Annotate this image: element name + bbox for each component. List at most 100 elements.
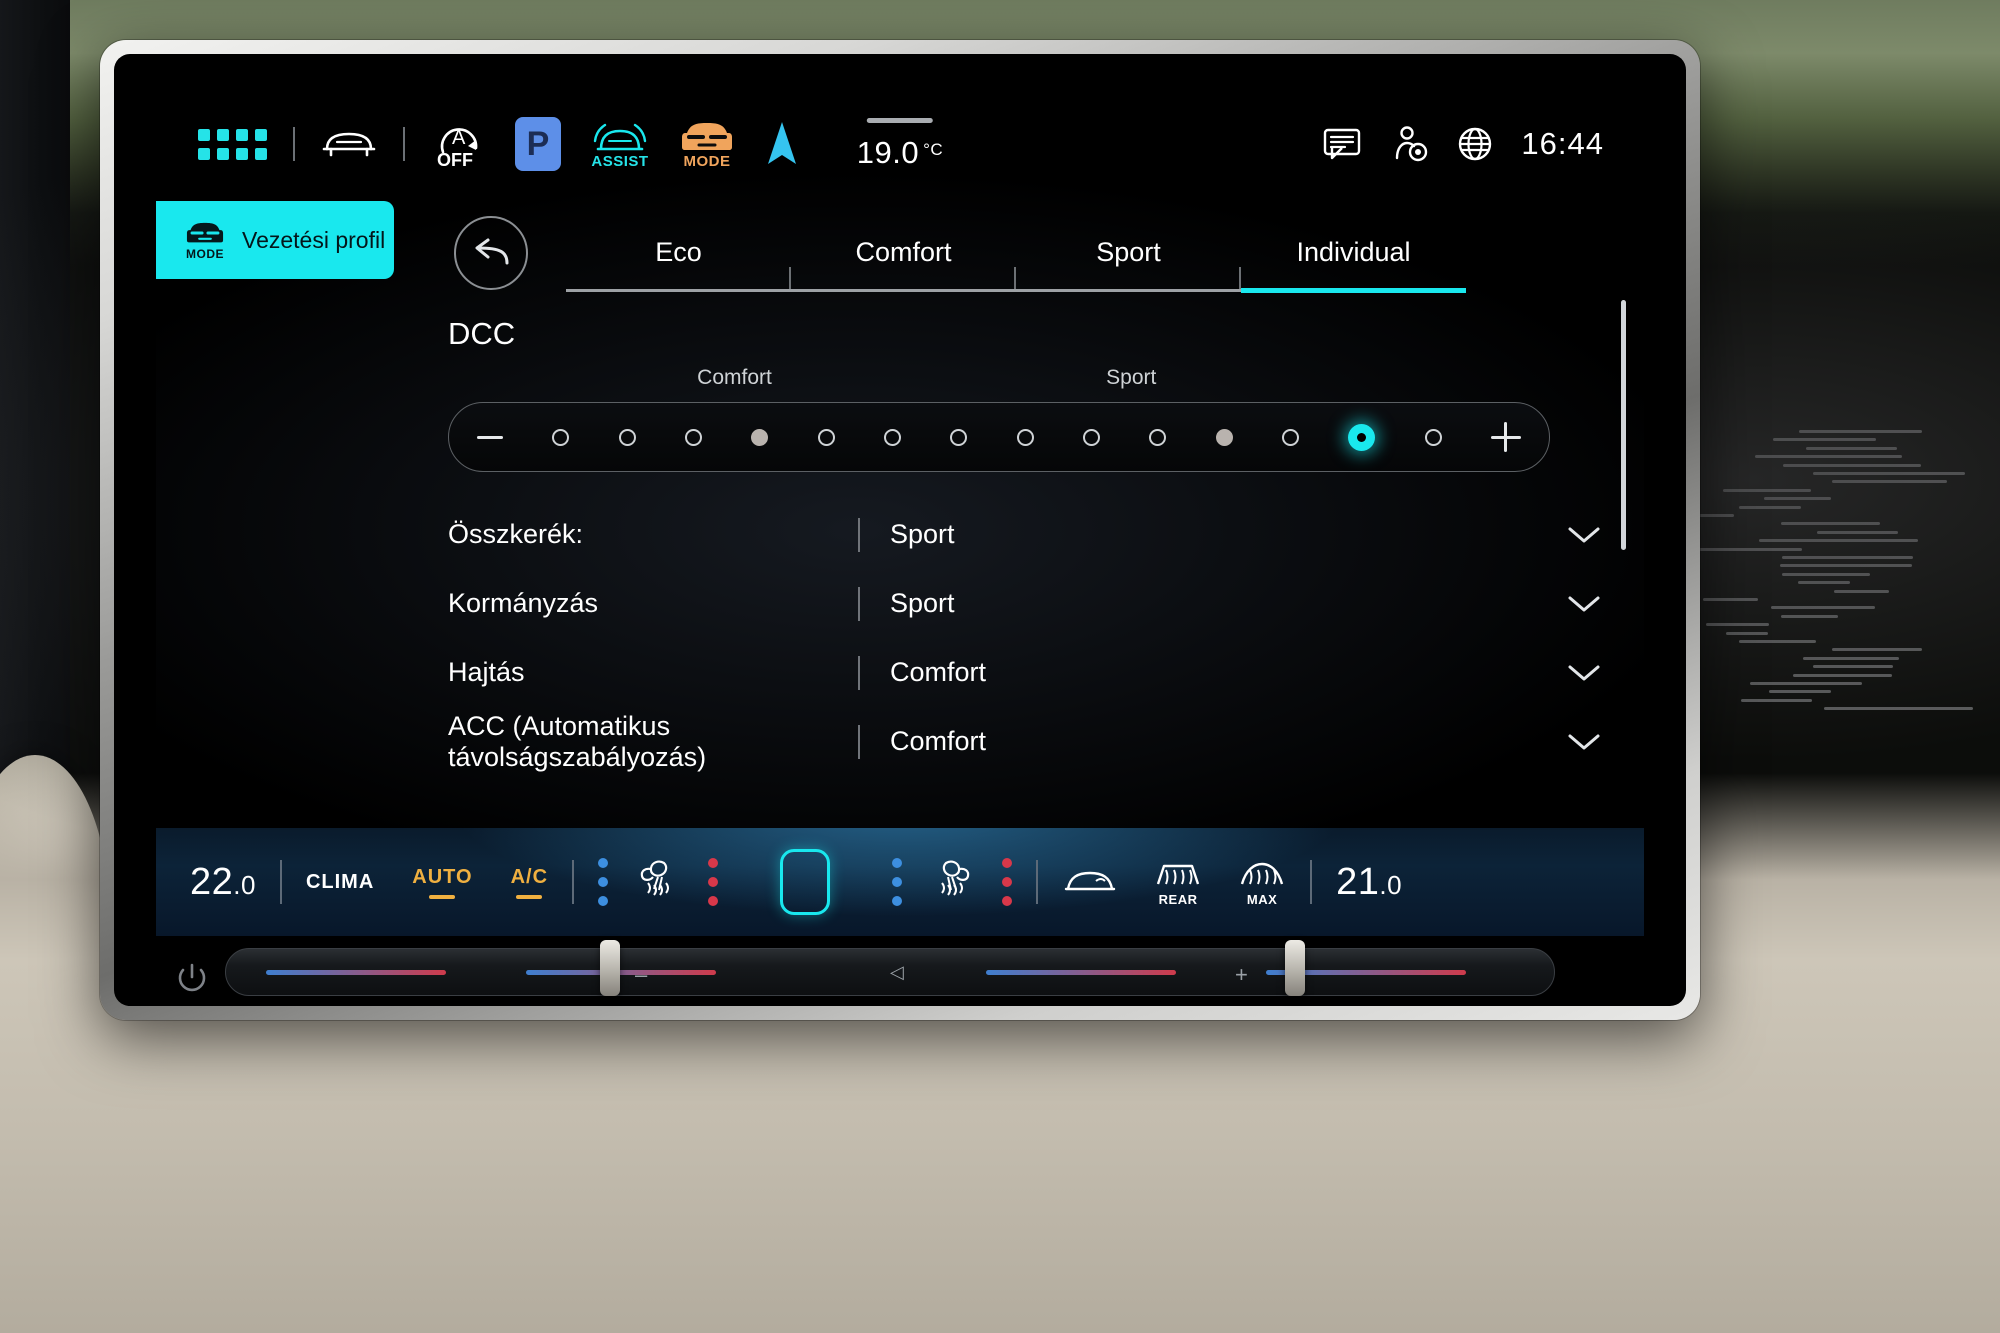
power-button[interactable] — [175, 960, 209, 994]
max-defrost-button[interactable]: MAX — [1238, 858, 1286, 907]
dcc-step[interactable] — [751, 429, 768, 446]
driver-seat-cooling-level[interactable] — [598, 858, 608, 906]
settings-row-divider — [858, 518, 860, 552]
settings-row-value: Comfort — [890, 657, 1554, 688]
dcc-slider[interactable] — [448, 402, 1550, 472]
outside-temp-value: 19.0 — [857, 135, 919, 171]
dcc-step[interactable] — [1083, 429, 1100, 446]
settings-row[interactable]: ACC (Automatikus távolságszabályozás) Com… — [448, 707, 1614, 776]
settings-row[interactable]: Hajtás Comfort — [448, 638, 1614, 707]
driver-temperature[interactable]: 22.0 — [156, 861, 256, 904]
rear-defrost-button[interactable]: REAR — [1154, 858, 1202, 907]
app-grid-icon[interactable] — [198, 129, 267, 160]
max-label: MAX — [1247, 892, 1277, 907]
tab-individual[interactable]: Individual — [1241, 220, 1466, 292]
settings-row-label: ACC (Automatikus távolságszabályozás) — [448, 711, 858, 773]
ac-label: A/C — [511, 866, 548, 889]
passenger-temp-slider-knob[interactable] — [1285, 940, 1305, 996]
tab-label: Sport — [1096, 237, 1161, 268]
driver-seat-heating-level[interactable] — [708, 858, 718, 906]
settings-row-label: Hajtás — [448, 657, 858, 688]
passenger-seat-cooling-level[interactable] — [892, 858, 902, 906]
tab-sport[interactable]: Sport — [1016, 220, 1241, 292]
pull-down-handle[interactable] — [867, 118, 933, 123]
message-bubble-icon[interactable] — [1323, 127, 1363, 161]
settings-row-divider — [858, 725, 860, 759]
dcc-step[interactable] — [1425, 429, 1442, 446]
dcc-decrease-button[interactable] — [477, 436, 503, 439]
tab-eco[interactable]: Eco — [566, 220, 791, 292]
dcc-step[interactable] — [619, 429, 636, 446]
park-badge[interactable]: P — [515, 117, 561, 171]
climate-divider-2 — [572, 860, 574, 904]
temp-strip-segment — [266, 970, 446, 975]
passenger-seat-heating-level[interactable] — [1002, 858, 1012, 906]
user-location-icon[interactable] — [1391, 125, 1429, 163]
dcc-step[interactable] — [950, 429, 967, 446]
driver-temp-slider-knob[interactable] — [600, 940, 620, 996]
dcc-step[interactable] — [552, 429, 569, 446]
status-divider-2 — [403, 127, 405, 161]
chevron-down-icon[interactable] — [1554, 594, 1614, 614]
dcc-step[interactable] — [818, 429, 835, 446]
dcc-step-selected[interactable] — [1348, 424, 1375, 451]
decor-trim-lines — [1690, 430, 1990, 720]
tab-label: Comfort — [855, 237, 951, 268]
status-bar-left-group: A OFF P ASSIST MODE — [156, 117, 799, 171]
dcc-step[interactable] — [884, 429, 901, 446]
passenger-temperature[interactable]: 21.0 — [1336, 861, 1432, 904]
svg-text:OFF: OFF — [437, 150, 473, 170]
scrollbar[interactable] — [1621, 300, 1626, 550]
chevron-down-icon[interactable] — [1554, 663, 1614, 683]
status-bar: A OFF P ASSIST MODE 19.0 °C 16:44 — [156, 100, 1644, 188]
passenger-temp-dec: .0 — [1379, 870, 1402, 900]
windshield-defrost-icon[interactable] — [1062, 865, 1118, 899]
dcc-label-comfort: Comfort — [697, 366, 772, 390]
clima-button[interactable]: CLIMA — [306, 871, 374, 894]
driver-seat-heating-icon[interactable] — [634, 857, 682, 907]
driver-temp-int: 22 — [190, 861, 233, 903]
ac-button[interactable]: A/C — [511, 866, 548, 899]
minus-mark: – — [635, 962, 647, 988]
chevron-down-icon[interactable] — [1554, 732, 1614, 752]
profile-tabs[interactable]: Eco Comfort Sport Individual — [566, 220, 1466, 292]
steering-wheel-rim — [0, 755, 110, 1085]
back-button[interactable] — [454, 216, 528, 290]
settings-row[interactable]: Kormányzás Sport — [448, 569, 1614, 638]
profile-tab-mode-label: MODE — [186, 247, 224, 261]
chevron-down-icon[interactable] — [1554, 525, 1614, 545]
vent-slat — [270, 1297, 440, 1323]
dcc-increase-button[interactable] — [1491, 422, 1521, 452]
lower-console-vent — [150, 1185, 1830, 1333]
dcc-step[interactable] — [1216, 429, 1233, 446]
svg-text:A: A — [452, 127, 466, 149]
dcc-step[interactable] — [685, 429, 702, 446]
passenger-seat-heating-icon[interactable] — [928, 857, 976, 907]
outside-temp-unit: °C — [923, 140, 943, 160]
center-vent-icon[interactable] — [780, 849, 830, 915]
dcc-step[interactable] — [1282, 429, 1299, 446]
ac-active-underline — [516, 895, 542, 899]
vehicle-front-icon[interactable] — [321, 127, 377, 161]
auto-start-stop-off-icon[interactable]: A OFF — [431, 118, 489, 170]
settings-row-divider — [858, 587, 860, 621]
driving-profile-tab[interactable]: MODE Vezetési profil — [156, 201, 394, 279]
globe-icon[interactable] — [1457, 126, 1493, 162]
climate-divider-4 — [1310, 860, 1312, 904]
settings-row[interactable]: Összkerék: Sport — [448, 500, 1614, 569]
vent-slat — [970, 1297, 1140, 1323]
drive-mode-car-icon[interactable]: MODE — [679, 119, 735, 170]
auto-button[interactable]: AUTO — [412, 866, 472, 899]
volume-mark: ◁ — [890, 962, 904, 983]
profile-tab-label: Vezetési profil — [242, 227, 385, 254]
dcc-step[interactable] — [1017, 429, 1034, 446]
climate-bar: 22.0 CLIMA AUTO A/C REAR MAX 21.0 — [156, 828, 1644, 936]
navigation-arrow-icon[interactable] — [765, 120, 799, 168]
tab-comfort[interactable]: Comfort — [791, 220, 1016, 292]
settings-rows: Összkerék: Sport Kormányzás Sport Hajtás Comf… — [448, 500, 1614, 828]
outside-temperature: 19.0 °C — [857, 135, 943, 171]
dcc-step[interactable] — [1149, 429, 1166, 446]
left-pillar — [0, 0, 70, 790]
status-bar-right-group: 16:44 — [1323, 100, 1604, 188]
travel-assist-icon[interactable]: ASSIST — [591, 119, 649, 170]
